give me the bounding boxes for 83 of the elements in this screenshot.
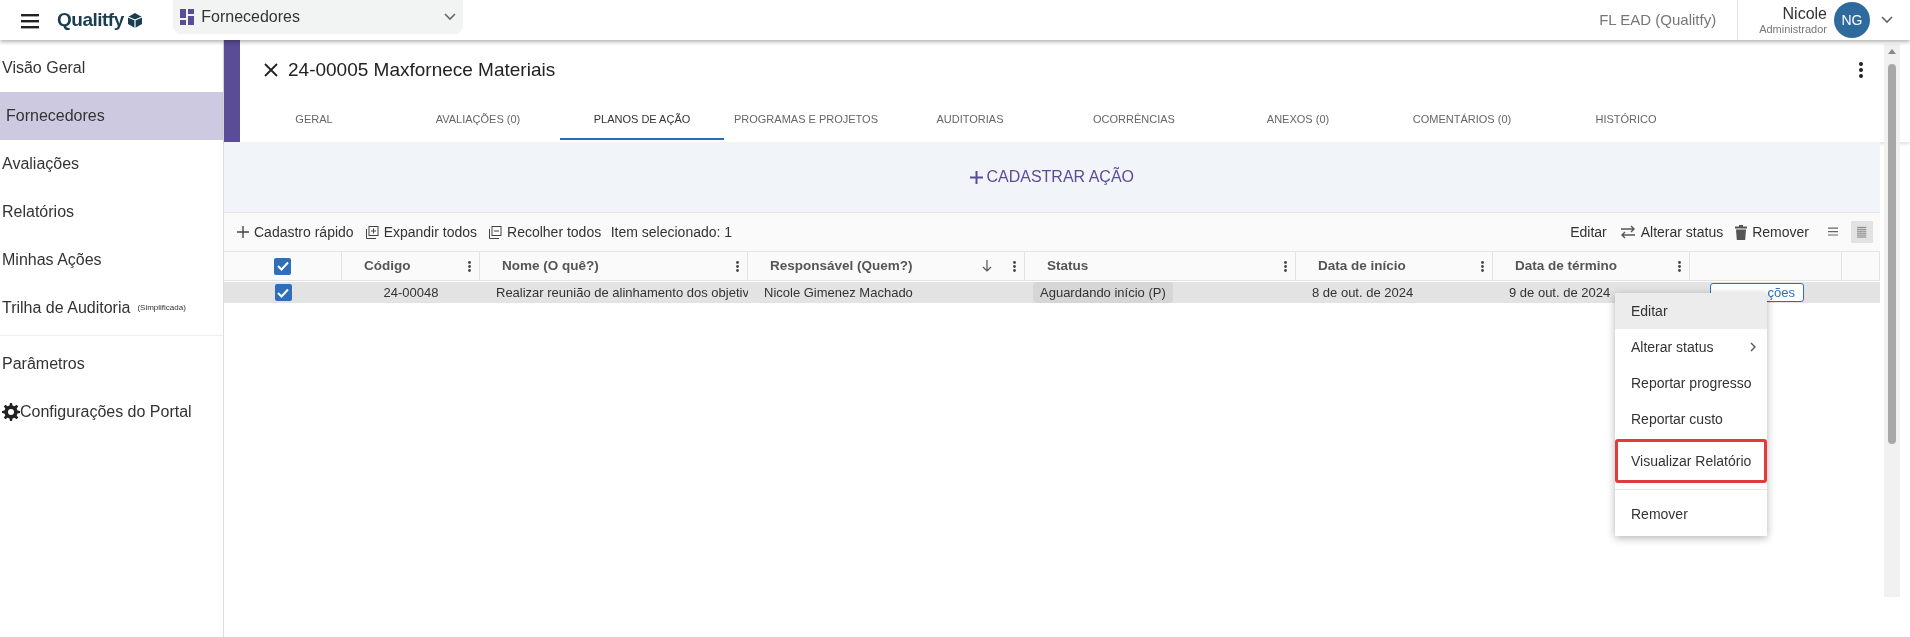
more-vertical-icon xyxy=(1013,260,1016,272)
sidebar-item[interactable]: Configurações do Portal xyxy=(0,387,223,436)
toolbar-button[interactable]: Expandir todos xyxy=(359,221,484,243)
sidebar-item[interactable]: Minhas Ações xyxy=(0,235,223,284)
more-vertical-icon xyxy=(736,260,739,272)
toolbar-button[interactable]: Cadastro rápido xyxy=(231,221,360,243)
menu-item[interactable]: Reportar custo xyxy=(1615,401,1767,437)
column-menu-button[interactable] xyxy=(1678,260,1681,272)
table-cell-text: 9 de out. de 2024 xyxy=(1509,283,1611,302)
gear-icon xyxy=(2,402,20,421)
sidebar-item[interactable]: Trilha de Auditoria (Simplificada) xyxy=(0,283,223,332)
chevron-down-icon xyxy=(444,13,457,21)
column-menu-button[interactable] xyxy=(736,260,739,272)
swap-arrows-icon xyxy=(1618,225,1636,239)
cube-icon xyxy=(127,11,144,29)
tab[interactable]: AVALIAÇÕES (0) xyxy=(396,100,560,140)
sidebar-item[interactable]: Relatórios xyxy=(0,187,223,236)
column-header[interactable]: Status xyxy=(1047,255,1089,277)
tab[interactable]: PLANOS DE AÇÃO xyxy=(560,100,724,140)
record-title: 24-00005 Maxfornece Materiais xyxy=(288,57,556,82)
tab[interactable]: COMENTÁRIOS (0) xyxy=(1380,100,1544,140)
more-vertical-icon xyxy=(1678,260,1681,272)
user-role: Administrador xyxy=(1759,22,1827,35)
tab[interactable]: OCORRÊNCIAS xyxy=(1052,100,1216,140)
add-action-button[interactable]: CADASTRAR AÇÃO xyxy=(963,164,1141,190)
check-icon xyxy=(276,261,289,271)
more-vertical-icon xyxy=(1481,260,1484,272)
selection-count: Item selecionado: 1 xyxy=(610,222,733,242)
organization-name: FL EAD (Qualitfy) xyxy=(1599,9,1717,30)
more-vertical-icon xyxy=(468,260,471,272)
status-tag: Aguardando início (P) xyxy=(1033,282,1173,303)
table-cell-text: Nicole Gimenez Machado xyxy=(764,283,913,302)
tab[interactable]: PROGRAMAS E PROJETOS xyxy=(724,100,888,140)
collapse-icon xyxy=(489,225,503,239)
menu-item[interactable]: Alterar status xyxy=(1615,329,1767,365)
menu-item[interactable]: Remover xyxy=(1615,496,1767,532)
column-header[interactable]: Data de término xyxy=(1515,255,1618,277)
module-selector[interactable]: Fornecedores xyxy=(173,0,464,34)
chevron-down-icon xyxy=(1880,16,1893,24)
table-cell-text: Realizar reunião de alinhamento dos objetiv xyxy=(496,283,748,302)
toolbar-button[interactable]: Editar xyxy=(1564,221,1613,243)
plus-icon xyxy=(237,226,249,238)
column-menu-button[interactable] xyxy=(468,260,471,272)
checkbox[interactable] xyxy=(274,257,291,275)
tab[interactable]: HISTÓRICO xyxy=(1544,100,1708,140)
column-header[interactable]: Data de início xyxy=(1318,255,1406,277)
toolbar-button[interactable]: Remover xyxy=(1729,221,1815,243)
more-vertical-icon xyxy=(1284,260,1287,272)
column-menu-button[interactable] xyxy=(1481,260,1484,272)
trash-icon xyxy=(1735,224,1748,240)
column-menu-button[interactable] xyxy=(1013,260,1016,272)
column-menu-button[interactable] xyxy=(1284,260,1287,272)
expand-icon xyxy=(365,225,379,239)
user-name: Nicole xyxy=(1782,5,1827,23)
check-icon xyxy=(277,287,289,298)
more-vertical-icon xyxy=(1858,62,1863,78)
sidebar-item[interactable]: Parâmetros xyxy=(0,339,223,388)
column-header[interactable]: Nome (O quê?) xyxy=(502,255,599,277)
tab[interactable]: ANEXOS (0) xyxy=(1216,100,1380,140)
menu-icon xyxy=(21,11,39,29)
dashboard-icon xyxy=(180,9,195,25)
checkbox[interactable] xyxy=(274,284,292,301)
sidebar-item[interactable]: Visão Geral xyxy=(0,43,223,92)
plus-icon xyxy=(969,170,983,184)
tab[interactable]: AUDITORIAS xyxy=(888,100,1052,140)
table-cell-text: 8 de out. de 2024 xyxy=(1312,283,1414,302)
table-cell-text: 24-00048 xyxy=(383,283,439,302)
close-icon xyxy=(263,63,278,77)
list-icon xyxy=(1828,225,1838,239)
column-header[interactable]: Código xyxy=(364,255,411,277)
toolbar-button[interactable]: Recolher todos xyxy=(483,221,608,243)
logo-text: Qualitfy xyxy=(57,7,124,32)
dense-list-icon xyxy=(1857,225,1867,239)
user-avatar[interactable]: NG xyxy=(1834,2,1870,38)
menu-item[interactable]: Reportar progresso xyxy=(1615,365,1767,401)
tab[interactable]: GERAL xyxy=(232,100,396,140)
sidebar-item[interactable]: Avaliações xyxy=(0,139,223,188)
sidebar-item[interactable]: Fornecedores xyxy=(0,91,223,140)
menu-item[interactable]: Editar xyxy=(1615,293,1767,329)
table-row[interactable]: 24-00048 Realizar reunião de alinhamento dos objetiv Nicole Gimenez Machado Aguardando início (P) 8 de out. de 2024 9 de out. de 2024 ções xyxy=(224,282,1880,303)
toolbar-button[interactable]: Alterar status xyxy=(1612,221,1730,243)
menu-item[interactable]: Visualizar Relatório xyxy=(1615,439,1767,483)
column-header[interactable]: Responsável (Quem?) xyxy=(770,255,913,277)
